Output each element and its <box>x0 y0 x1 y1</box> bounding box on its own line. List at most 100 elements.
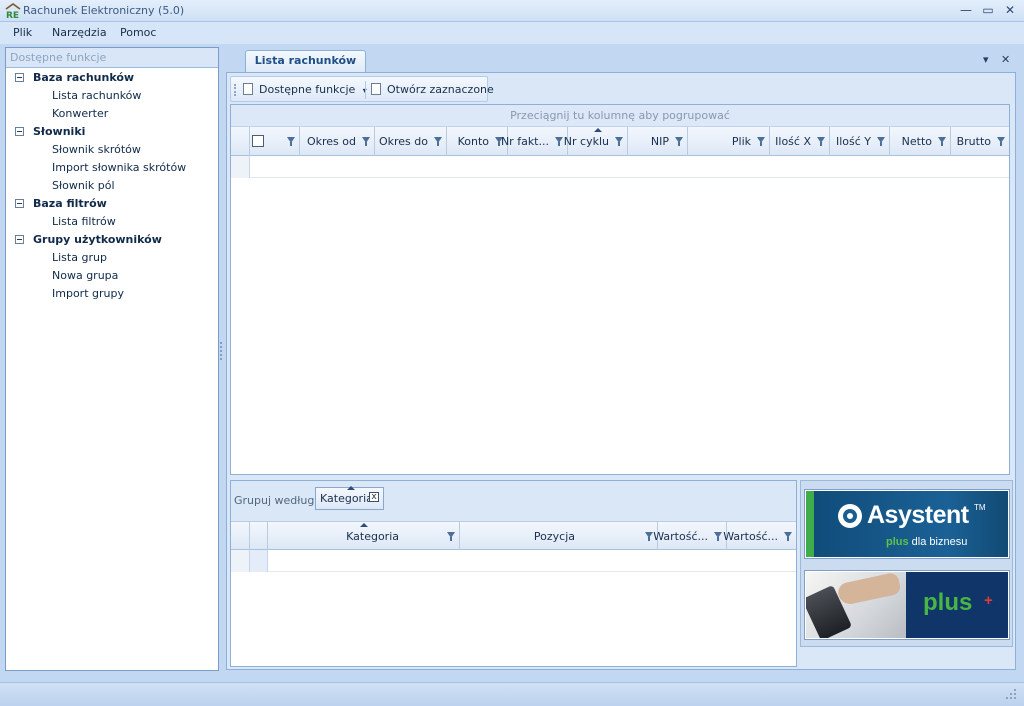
column-label: Wartość... <box>653 530 708 543</box>
toolbar-separator <box>365 81 366 99</box>
trademark-mark: TM <box>974 503 986 512</box>
column-label: Netto <box>901 135 932 148</box>
collapse-icon[interactable] <box>15 73 24 82</box>
column-label: Ilość X <box>775 135 811 148</box>
sort-ascending-icon <box>594 128 602 132</box>
filter-icon[interactable] <box>447 532 455 541</box>
filter-icon[interactable] <box>784 532 792 541</box>
chip-label: Kategoria <box>320 492 373 505</box>
tree-item-slownik-skrotow[interactable]: Słownik skrótów <box>52 141 141 159</box>
row-indicator-header <box>231 522 250 550</box>
functions-dropdown-button[interactable]: Dostępne funkcje ▾ <box>243 79 367 100</box>
tree-item-lista-grup[interactable]: Lista grup <box>52 249 107 267</box>
tree-item-lista-rachunkow[interactable]: Lista rachunków <box>52 87 141 105</box>
resize-grip-icon[interactable] <box>1006 689 1016 699</box>
banner-photo <box>806 572 906 638</box>
filter-icon[interactable] <box>434 137 442 146</box>
col-nip[interactable]: NIP <box>628 127 688 156</box>
tree-group-label: Słowniki <box>33 125 86 138</box>
collapse-icon[interactable] <box>15 235 24 244</box>
maximize-button[interactable]: ▭ <box>978 2 998 19</box>
tree-group-label: Grupy użytkowników <box>33 233 162 246</box>
functions-label: Dostępne funkcje <box>259 83 356 96</box>
filter-icon[interactable] <box>362 137 370 146</box>
tree-item-import-grupy[interactable]: Import grupy <box>52 285 124 303</box>
filter-icon[interactable] <box>997 137 1005 146</box>
group-by-label: Grupuj według: <box>234 494 319 507</box>
filter-icon[interactable] <box>615 137 623 146</box>
col-netto[interactable]: Netto <box>890 127 951 156</box>
group-by-chip-kategoria[interactable]: Kategoria x <box>315 486 384 510</box>
toolbar: Dostępne funkcje ▾ Otwórz zaznaczone <box>230 76 494 102</box>
col-ilosc-x[interactable]: Ilość X <box>770 127 830 156</box>
group-indent-cell <box>250 550 268 572</box>
tree-group-label: Baza filtrów <box>33 197 107 210</box>
tree-item-konwerter[interactable]: Konwerter <box>52 105 108 123</box>
column-label: Okres od <box>306 135 356 148</box>
column-label: Wartość... <box>723 530 778 543</box>
col-okres-od[interactable]: Okres od <box>300 127 375 156</box>
menu-plik[interactable]: Plik <box>13 26 32 39</box>
filter-icon[interactable] <box>645 532 653 541</box>
col-kategoria[interactable]: Kategoria <box>268 522 460 550</box>
open-selected-button[interactable]: Otwórz zaznaczone <box>371 79 494 100</box>
column-label: Ilość Y <box>835 135 871 148</box>
asystent-banner[interactable]: Asystent TM plus dla biznesu <box>804 489 1010 559</box>
menu-bar: Plik Narzędzia Pomoc <box>0 22 1024 44</box>
minimize-button[interactable]: — <box>956 2 976 19</box>
select-all-checkbox[interactable] <box>252 135 264 147</box>
row-indicator-header <box>231 127 250 156</box>
column-label: Nr cyklu <box>563 135 609 148</box>
tree-item-nowa-grupa[interactable]: Nowa grupa <box>52 267 118 285</box>
close-window-button[interactable]: ✕ <box>1000 2 1020 19</box>
document-area: Lista rachunków ▾ ✕ Dostępne funkcje ▾ O… <box>223 47 1020 671</box>
col-pozycja[interactable]: Pozycja <box>460 522 658 550</box>
col-brutto[interactable]: Brutto <box>951 127 1009 156</box>
banner-stripe <box>806 491 814 557</box>
col-nr-cyklu[interactable]: Nr cyklu <box>564 127 628 156</box>
details-header-row: Kategoria Pozycja Wartość... Wartość... <box>231 522 796 550</box>
filter-icon[interactable] <box>938 137 946 146</box>
tab-lista-rachunkow[interactable]: Lista rachunków <box>245 50 366 72</box>
tab-list-dropdown-icon[interactable]: ▾ <box>983 53 989 66</box>
collapse-icon[interactable] <box>15 127 24 136</box>
col-okres-do[interactable]: Okres do <box>375 127 447 156</box>
toolbar-grip[interactable] <box>234 84 236 96</box>
bills-grid: Przeciągnij tu kolumnę aby pogrupować Ok… <box>230 104 1010 475</box>
tab-close-icon[interactable]: ✕ <box>1001 53 1010 66</box>
filter-icon[interactable] <box>714 532 722 541</box>
tree-item-import-slownika[interactable]: Import słownika skrótów <box>52 159 186 177</box>
filter-icon[interactable] <box>675 137 683 146</box>
sort-ascending-icon <box>360 523 368 527</box>
column-label: Kategoria <box>346 530 399 543</box>
col-konto[interactable]: Konto <box>447 127 508 156</box>
select-all-column[interactable] <box>250 127 300 156</box>
col-ilosc-y[interactable]: Ilość Y <box>830 127 890 156</box>
menu-narzedzia[interactable]: Narzędzia <box>52 26 107 39</box>
new-item-row[interactable] <box>231 156 1009 178</box>
asystent-title: Asystent <box>867 501 969 529</box>
filter-icon[interactable] <box>757 137 765 146</box>
collapse-icon[interactable] <box>15 199 24 208</box>
menu-pomoc[interactable]: Pomoc <box>120 26 156 39</box>
filter-icon[interactable] <box>877 137 885 146</box>
column-label: Okres do <box>378 135 428 148</box>
tree-item-slownik-pol[interactable]: Słownik pól <box>52 177 115 195</box>
col-plik[interactable]: Plik <box>688 127 770 156</box>
group-drop-panel[interactable]: Przeciągnij tu kolumnę aby pogrupować <box>231 105 1009 127</box>
details-new-row[interactable] <box>231 550 796 572</box>
filter-icon[interactable] <box>287 137 295 146</box>
filter-icon[interactable] <box>817 137 825 146</box>
column-label: NIP <box>650 135 669 148</box>
details-grid: Grupuj według: Kategoria x Kategoria Poz… <box>230 480 797 667</box>
column-label: Pozycja <box>533 530 575 543</box>
col-nr-faktury[interactable]: Nr fakt... <box>501 127 568 156</box>
col-wartosc-2[interactable]: Wartość... <box>723 522 796 550</box>
document-icon <box>371 83 381 95</box>
filter-icon[interactable] <box>555 137 563 146</box>
remove-group-icon[interactable]: x <box>369 492 379 502</box>
plus-banner[interactable]: plus + <box>804 570 1010 640</box>
col-wartosc-1[interactable]: Wartość... <box>653 522 727 550</box>
tree-item-lista-filtrow[interactable]: Lista filtrów <box>52 213 116 231</box>
asystent-subtitle: plus dla biznesu <box>886 536 968 548</box>
